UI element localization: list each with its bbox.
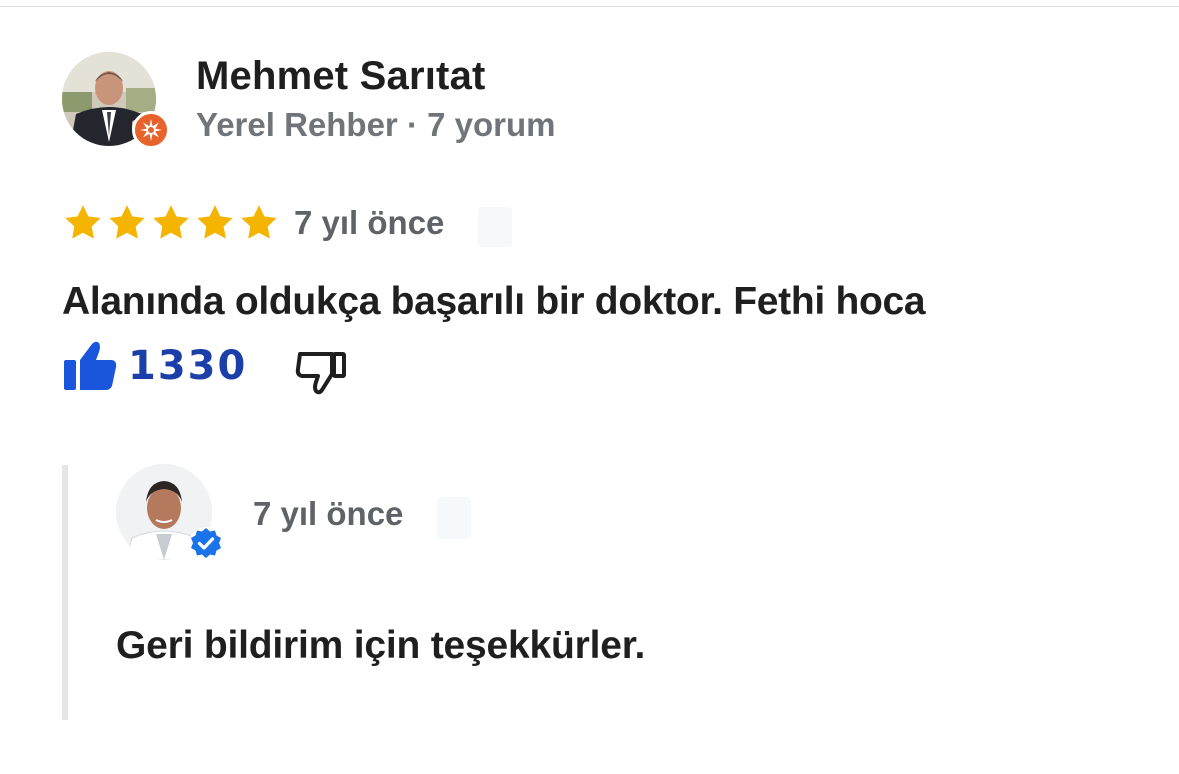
- placeholder-box: [478, 207, 512, 247]
- star-icon: [241, 205, 277, 239]
- star-icon: [65, 205, 101, 239]
- placeholder-box: [437, 497, 471, 539]
- review-text: Alanında oldukça başarılı bir doktor. Fe…: [62, 280, 926, 323]
- top-divider: [0, 6, 1179, 7]
- like-count: 1330: [128, 343, 248, 389]
- reply-indent-bar: [62, 465, 68, 720]
- thumbs-down-icon: [295, 352, 346, 395]
- dislike-button[interactable]: [294, 344, 352, 402]
- local-guide-badge-icon: [132, 111, 170, 149]
- reviewer-meta: Yerel Rehber · 7 yorum: [196, 106, 556, 143]
- reply-time: 7 yıl önce: [253, 495, 404, 532]
- reviewer-name[interactable]: Mehmet Sarıtat: [196, 54, 486, 99]
- star-icon: [153, 205, 189, 239]
- review-time: 7 yıl önce: [294, 204, 445, 241]
- star-rating: [62, 202, 280, 248]
- verified-badge-icon: [188, 526, 224, 562]
- star-icon: [197, 205, 233, 239]
- thumbs-up-icon: [64, 341, 117, 390]
- reply-text: Geri bildirim için teşekkürler.: [116, 624, 646, 667]
- star-icon: [109, 205, 145, 239]
- like-button[interactable]: 1330: [62, 340, 247, 392]
